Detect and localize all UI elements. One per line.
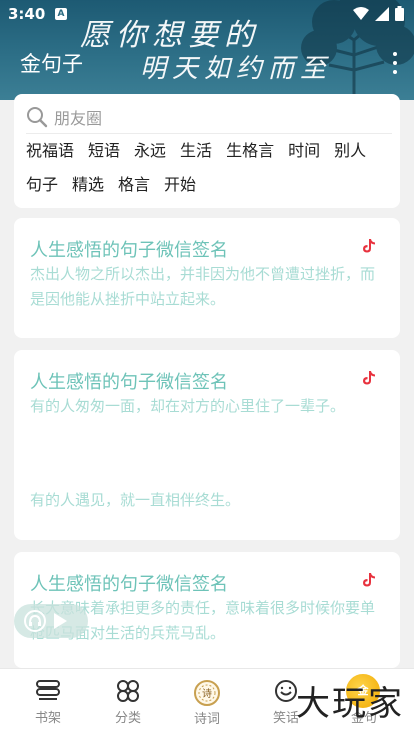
signal-icon: [375, 6, 389, 21]
app-title: 金句子: [20, 52, 83, 76]
quote-title: 人生感悟的句子微信签名: [30, 240, 228, 261]
tag-item[interactable]: 永远: [134, 140, 166, 162]
tag-item[interactable]: 短语: [88, 140, 120, 162]
tag-item[interactable]: 句子: [26, 174, 58, 196]
tag-item[interactable]: 精选: [72, 174, 104, 196]
tab-label: 书架: [34, 711, 61, 726]
quote-card[interactable]: 人生感悟的句子微信签名 杰出人物之所以杰出，并非因为他不曾遭过挫折，而是因他能从…: [14, 218, 400, 338]
watermark-text: 大玩家: [296, 684, 404, 724]
bookshelf-icon: [36, 680, 60, 700]
wifi-icon: [353, 6, 369, 20]
svg-text:诗: 诗: [202, 687, 212, 700]
quote-body: 杰出人物之所以杰出，并非因为他不曾遭过挫折，而是因他能从挫折中站立起来。: [30, 265, 376, 308]
tab-label: 分类: [114, 711, 141, 726]
quote-card[interactable]: 人生感悟的句子微信签名 有的人匆匆一面，却在对方的心里住了一辈子。 有的人遇见，…: [14, 350, 400, 540]
search-input[interactable]: 朋友圈: [26, 100, 392, 134]
system-icons: [353, 6, 404, 21]
more-menu-button[interactable]: [390, 52, 400, 74]
headphones-icon: [24, 610, 46, 632]
tag-item[interactable]: 祝福语: [26, 140, 74, 162]
tag-item[interactable]: 别人: [334, 140, 366, 162]
category-icon: [117, 680, 139, 702]
tab-poem[interactable]: 诗 诗词: [177, 679, 237, 727]
tab-category[interactable]: 分类: [98, 679, 158, 726]
tag-item[interactable]: 开始: [164, 174, 196, 196]
tab-bookshelf[interactable]: 书架: [18, 679, 78, 726]
tag-item[interactable]: 生格言: [226, 140, 274, 162]
battery-icon: [395, 6, 404, 21]
tiktok-icon[interactable]: [362, 572, 376, 588]
quote-title: 人生感悟的句子微信签名: [30, 372, 228, 393]
play-icon[interactable]: [52, 612, 68, 630]
tag-item[interactable]: 生活: [180, 140, 212, 162]
tiktok-icon[interactable]: [362, 370, 376, 386]
tag-item[interactable]: 格言: [118, 174, 150, 196]
tiktok-icon[interactable]: [362, 238, 376, 254]
tab-label: 诗词: [193, 712, 220, 727]
banner-calligraphy-line2: 明天如约而至: [140, 54, 333, 84]
tag-item[interactable]: 时间: [288, 140, 320, 162]
quote-title: 人生感悟的句子微信签名: [30, 574, 228, 595]
quote-body-second: 有的人遇见，就一直相伴终生。: [30, 491, 241, 509]
search-placeholder: 朋友圈: [54, 108, 103, 128]
audio-player-pill[interactable]: [14, 604, 88, 638]
poem-icon: 诗: [194, 680, 220, 706]
tag-list: 祝福语 短语 永远 生活 生格言 时间 别人 句子 精选 格言 开始: [26, 140, 396, 196]
search-icon: [27, 106, 48, 127]
status-bar: 3:40 A: [0, 0, 414, 28]
notification-badge-icon: A: [55, 8, 67, 20]
quote-body: 有的人匆匆一面，却在对方的心里住了一辈子。: [30, 397, 346, 415]
status-time: 3:40: [8, 5, 46, 23]
search-card: 朋友圈 祝福语 短语 永远 生活 生格言 时间 别人 句子 精选 格言 开始: [14, 94, 400, 208]
